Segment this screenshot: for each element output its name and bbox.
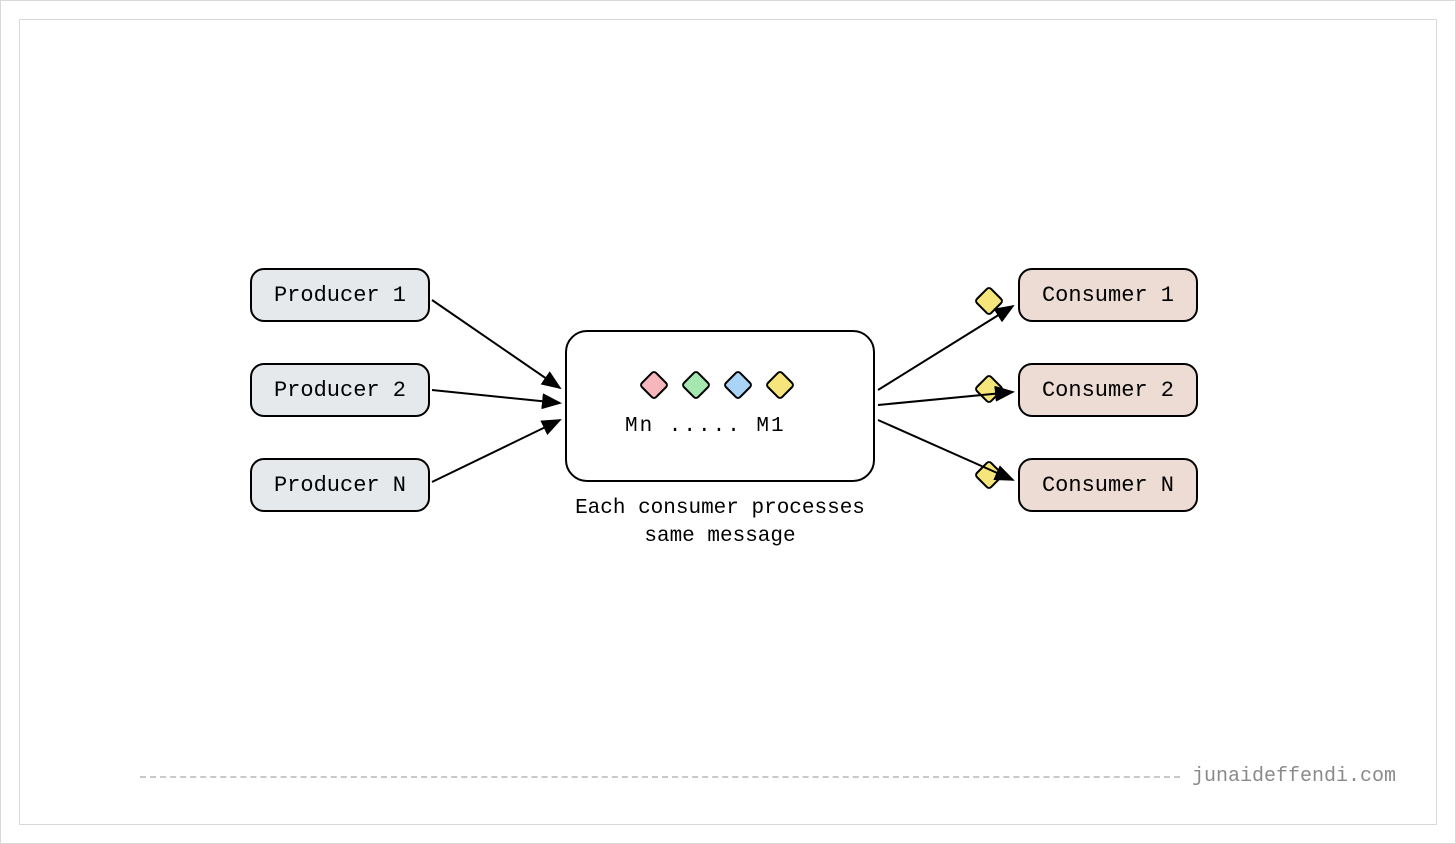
canvas: Producer 1 Producer 2 Producer N Mn ....…: [0, 0, 1456, 844]
inner-frame: Producer 1 Producer 2 Producer N Mn ....…: [19, 19, 1437, 825]
arrows-layer: [20, 20, 1436, 824]
footer: junaideffendi.com: [140, 765, 1396, 788]
footer-divider: [140, 776, 1180, 778]
footer-domain: junaideffendi.com: [1192, 765, 1396, 788]
